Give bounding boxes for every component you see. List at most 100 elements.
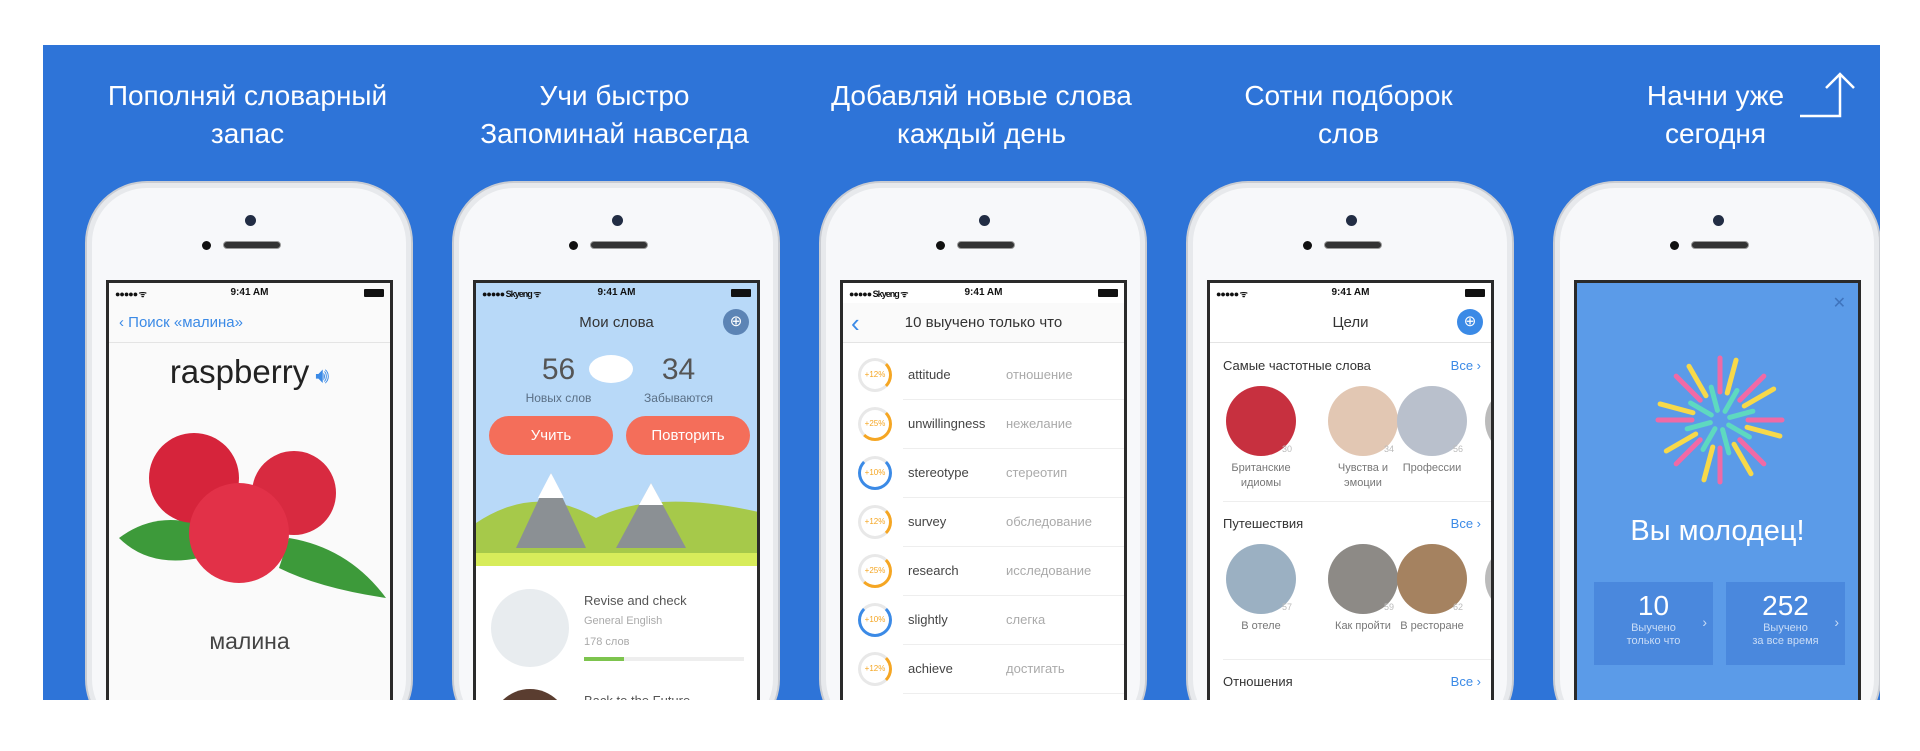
word-text: attitude: [908, 367, 951, 382]
column-title: Пополняй словарный запас: [64, 77, 431, 153]
word-translation: исследование: [1006, 563, 1092, 578]
column-title: Сотни подборок слов: [1165, 77, 1532, 153]
share-arrow-icon[interactable]: [1798, 70, 1858, 118]
course-title: Revise and check: [584, 593, 687, 608]
phone-mockup: ✕ Вы молодец! 10 Выучено только что › 252 Выуче…: [1553, 181, 1880, 700]
collection-image[interactable]: 56: [1397, 386, 1467, 456]
sensor-icon: [202, 241, 211, 250]
section-divider: [1223, 659, 1491, 660]
stat-card[interactable]: 10 Выучено только что ›: [1594, 582, 1713, 665]
word-row[interactable]: +10% stereotype стереотип: [843, 449, 1124, 498]
new-count: 56: [541, 353, 576, 386]
camera-icon: [1713, 215, 1724, 226]
translation-text: малина: [209, 628, 290, 654]
back-chevron-icon[interactable]: ‹: [851, 303, 860, 343]
column-title: Учи быстро Запоминай навсегда: [431, 77, 798, 153]
nav-bar: Мои слова: [476, 303, 757, 343]
title-line: Сотни подборок: [1244, 80, 1453, 111]
title-line: запас: [210, 118, 285, 149]
camera-icon: [979, 215, 990, 226]
phone-screen: ●●●●● ᯤ 9:41 AM ‹ Поиск «малина» raspberry …: [106, 280, 393, 700]
course-count: 178 слов: [584, 636, 630, 648]
new-label: Новых слов: [525, 391, 592, 405]
promo-banner: Пополняй словарный запас ●●●●● ᯤ 9:41 AM ‹ П…: [43, 45, 1880, 700]
stat-value: 10: [1637, 590, 1670, 621]
word-row[interactable]: +12% achieve достигать: [843, 645, 1124, 694]
add-words-icon[interactable]: ⊕: [723, 309, 749, 335]
course-subtitle: General English: [584, 615, 663, 627]
collection-image[interactable]: 62: [1397, 544, 1467, 614]
speaker-icon[interactable]: 🔊︎: [309, 363, 329, 388]
course-title: Back to the Future: [584, 693, 690, 700]
column-3: Добавляй новые слова каждый день ●●●●● Sky…: [798, 45, 1165, 700]
progress-ring: +12%: [858, 652, 892, 686]
stat-card[interactable]: 252 Выучено за все время ›: [1726, 582, 1845, 665]
collection-count: 59: [1383, 602, 1394, 612]
word-row[interactable]: +25% research исследование: [843, 547, 1124, 596]
status-bar: ●●●●● ᯤ 9:41 AM: [1210, 283, 1491, 303]
title-line: каждый день: [896, 118, 1066, 149]
word-row[interactable]: +25% unwillingness нежелание: [843, 400, 1124, 449]
word-translation: слегка: [1006, 612, 1046, 627]
nav-bar: ‹ 10 выучено только что: [843, 303, 1124, 343]
see-all-link[interactable]: Все ›: [1451, 358, 1481, 373]
battery-icon: [1098, 289, 1118, 297]
word-row[interactable]: +10% slightly слегка: [843, 596, 1124, 645]
close-icon[interactable]: ✕: [1833, 293, 1846, 313]
fireworks-illustration: [1653, 353, 1787, 487]
see-all-link[interactable]: Все ›: [1451, 516, 1481, 531]
phone-screen: ●●●●● Skyeng ᯤ 9:41 AM Мои слова ⊕ 56 Новых с…: [473, 280, 760, 700]
word-translation: нежелание: [1006, 416, 1073, 431]
title-line: Учи быстро: [539, 80, 690, 111]
back-button[interactable]: ‹ Поиск «малина»: [119, 314, 243, 331]
word-text: stereotype: [908, 465, 969, 480]
phone-screen: ●●●●● ᯤ 9:41 AM Цели ⊕ Самые частотные слова…: [1207, 280, 1494, 700]
screen-title: 10 выучено только что: [904, 314, 1063, 331]
phone-mockup: ●●●●● ᯤ 9:41 AM Цели ⊕ Самые частотные слова…: [1186, 181, 1514, 700]
section-title: Отношения: [1223, 674, 1293, 689]
collection-label: Профессии: [1402, 462, 1462, 474]
column-4: Сотни подборок слов ●●●●● ᯤ 9:41 AM Цели ⊕ Сам…: [1165, 45, 1532, 700]
progress-ring: +12%: [858, 505, 892, 539]
collection-image-partial: [1485, 386, 1491, 456]
repeat-button[interactable]: Повторить: [626, 416, 750, 455]
status-time: 9:41 AM: [230, 287, 269, 298]
collection-count: 62: [1452, 602, 1463, 612]
title-line: слов: [1317, 118, 1380, 149]
sensor-icon: [936, 241, 945, 250]
word-title: raspberry 🔊︎: [109, 353, 390, 391]
battery-icon: [1465, 289, 1485, 297]
word-text: achieve: [908, 661, 953, 676]
status-time: 9:41 AM: [597, 287, 636, 298]
collection-image[interactable]: 34: [1328, 386, 1398, 456]
screen-title: Цели: [1332, 314, 1369, 331]
title-line: Добавляй новые слова: [831, 80, 1132, 111]
word-translation: обследование: [1006, 514, 1093, 529]
collection-image[interactable]: 59: [1328, 544, 1398, 614]
collection-count: 57: [1281, 602, 1292, 612]
collection-image[interactable]: 30: [1226, 386, 1296, 456]
word-text: slightly: [908, 612, 948, 627]
sensor-icon: [1303, 241, 1312, 250]
word-text: raspberry: [169, 353, 310, 390]
speaker-grille: [1691, 241, 1749, 249]
stat-value: 252: [1762, 590, 1809, 621]
collection-label: Британские идиомы: [1231, 462, 1291, 489]
word-row[interactable]: +12% attitude отношение: [843, 351, 1124, 400]
word-row[interactable]: +12% survey обследование: [843, 498, 1124, 547]
camera-icon: [612, 215, 623, 226]
add-words-icon[interactable]: ⊕: [1457, 309, 1483, 335]
collection-count: 56: [1452, 444, 1463, 454]
see-all-link[interactable]: Все ›: [1451, 674, 1481, 689]
learn-button[interactable]: Учить: [489, 416, 613, 455]
section-divider: [1223, 501, 1491, 502]
collection-image-partial: [1485, 544, 1491, 614]
phone-screen: ✕ Вы молодец! 10 Выучено только что › 252 Выуче…: [1574, 280, 1861, 700]
phone-screen: ●●●●● Skyeng ᯤ 9:41 AM ‹ 10 выучено только …: [840, 280, 1127, 700]
column-1: Пополняй словарный запас ●●●●● ᯤ 9:41 AM ‹ П…: [64, 45, 431, 700]
status-bar: ●●●●● Skyeng ᯤ 9:41 AM: [476, 283, 757, 303]
title-line: Запоминай навсегда: [480, 118, 749, 149]
row-divider: [903, 693, 1124, 694]
section-title: Самые частотные слова: [1223, 358, 1371, 373]
collection-image[interactable]: 57: [1226, 544, 1296, 614]
